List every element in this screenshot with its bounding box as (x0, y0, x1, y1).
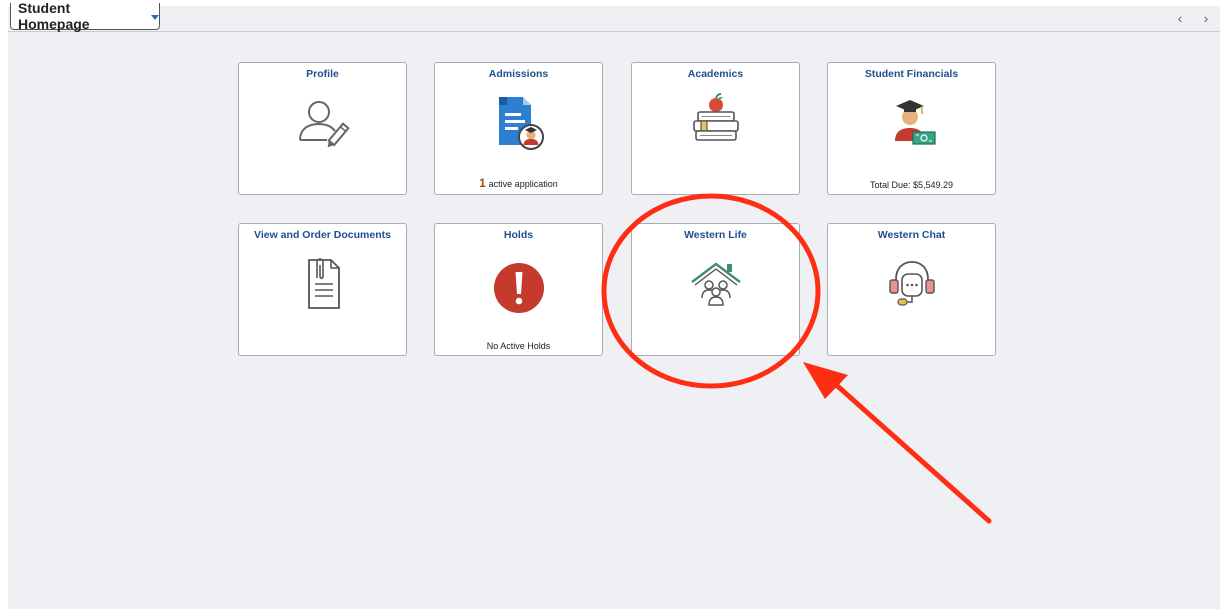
application-count: 1 (479, 178, 486, 190)
tile-western-life[interactable]: Western Life (631, 223, 800, 356)
tile-title: Admissions (488, 68, 549, 80)
tile-holds[interactable]: Holds No Active Holds (434, 223, 603, 356)
application-document-icon (489, 93, 549, 158)
previous-page-button[interactable]: ‹ (1172, 9, 1188, 27)
tile-profile[interactable]: Profile (238, 62, 407, 195)
tile-title: View and Order Documents (254, 229, 391, 241)
profile-edit-icon (293, 93, 353, 158)
tile-admissions[interactable]: Admissions 1 active application (434, 62, 603, 195)
document-paperclip-icon (293, 254, 353, 319)
homepage-selector-label: Student Homepage (18, 0, 90, 32)
homepage-header: Student Homepage ‹ › (8, 0, 1220, 32)
application-count-label: active application (488, 179, 558, 189)
graduate-money-icon (882, 93, 942, 158)
caret-down-icon (151, 14, 159, 20)
holds-status: No Active Holds (486, 341, 551, 351)
house-people-icon (686, 254, 746, 319)
tile-academics[interactable]: Academics (631, 62, 800, 195)
exclamation-alert-icon (489, 254, 549, 319)
tile-title: Western Life (684, 229, 747, 241)
homepage-selector[interactable]: Student Homepage (10, 0, 160, 32)
total-due: Total Due: $5,549.29 (869, 180, 954, 190)
tile-footer: 1 active application (435, 178, 602, 190)
tile-title: Holds (503, 229, 534, 241)
student-homepage: Student Homepage ‹ › Profile Admissions (8, 0, 1220, 609)
tile-title: Student Financials (864, 68, 959, 80)
tile-western-chat[interactable]: Western Chat (827, 223, 996, 356)
tile-student-financials[interactable]: Student Financials Total Due: $5,549.29 (827, 62, 996, 195)
books-apple-icon (686, 93, 746, 158)
headset-chat-icon (882, 254, 942, 319)
tile-title: Academics (687, 68, 744, 80)
tile-view-and-order-documents[interactable]: View and Order Documents (238, 223, 407, 356)
tile-title: Profile (306, 68, 339, 80)
tile-title: Western Chat (877, 229, 946, 241)
next-page-button[interactable]: › (1198, 9, 1214, 27)
